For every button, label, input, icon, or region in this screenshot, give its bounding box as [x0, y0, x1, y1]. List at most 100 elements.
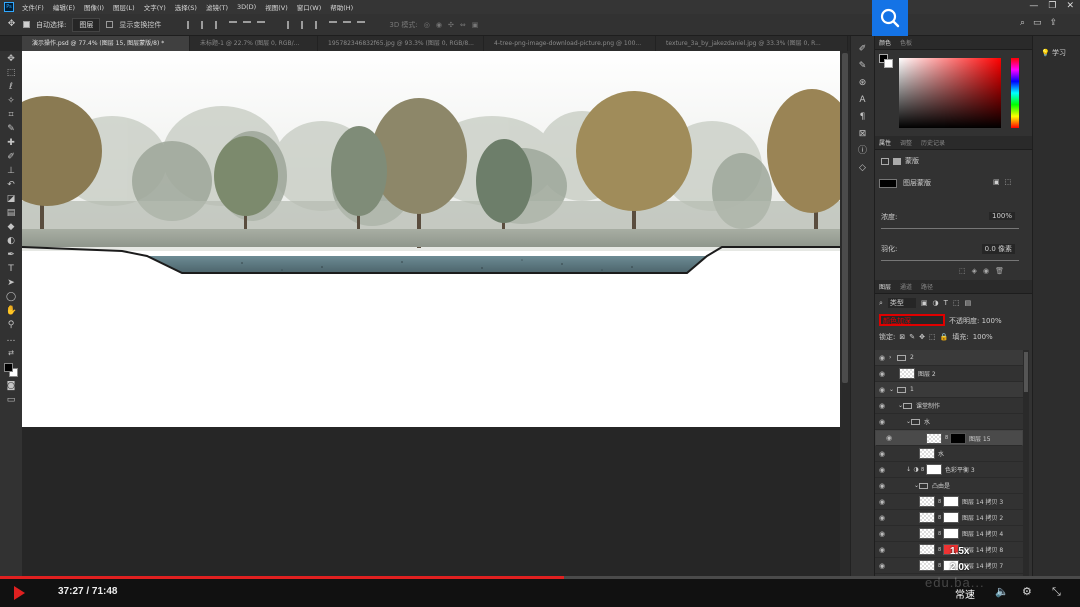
- visibility-eye-icon[interactable]: ◉: [875, 530, 889, 538]
- layer-14-copy-4[interactable]: ◉ 8 图层 14 拷贝 4: [875, 526, 1023, 542]
- brush-presets-icon[interactable]: ✎: [857, 61, 868, 72]
- delete-mask-icon[interactable]: 🗑: [995, 267, 1004, 275]
- history-brush-icon[interactable]: ↶: [6, 180, 17, 191]
- 3d-roll-icon[interactable]: ◉: [436, 21, 442, 29]
- tab-layers[interactable]: 图层: [879, 282, 891, 291]
- filter-search-icon[interactable]: ⌕: [879, 299, 883, 308]
- expand-arrow-icon[interactable]: ⌄: [889, 386, 897, 393]
- swap-colors-icon[interactable]: ⇄: [6, 348, 17, 359]
- menu-file[interactable]: 文件(F): [22, 2, 44, 12]
- auto-select-dropdown[interactable]: 图层: [72, 17, 101, 32]
- filter-pixel-icon[interactable]: ▣: [921, 299, 928, 307]
- workspace-icon[interactable]: ▭: [1033, 18, 1042, 28]
- lock-artboard-icon[interactable]: ⬚: [929, 333, 936, 341]
- learn-item[interactable]: 💡 学习: [1041, 48, 1080, 58]
- layer-image-2[interactable]: ◉ 图层 2: [875, 366, 1023, 382]
- 3d-pan-icon[interactable]: ✣: [448, 21, 454, 29]
- maximize-icon[interactable]: ❐: [1048, 1, 1056, 11]
- menu-3d[interactable]: 3D(D): [237, 3, 256, 11]
- photoshop-logo-icon[interactable]: Ps: [4, 2, 14, 12]
- align-bottom-icon[interactable]: [257, 20, 266, 29]
- distribute-center-icon[interactable]: [343, 20, 352, 29]
- visibility-eye-icon[interactable]: ◉: [875, 386, 889, 394]
- tab-properties[interactable]: 属性: [879, 138, 891, 147]
- layer-group-1[interactable]: ◉ ⌄ 1: [875, 382, 1023, 398]
- density-value[interactable]: 100%: [988, 212, 1015, 220]
- opacity-value[interactable]: 100%: [982, 317, 1002, 325]
- tab-document-1[interactable]: 演示操作.psd @ 77.4% (图层 15, 图层蒙版/8) *: [22, 36, 190, 51]
- load-selection-icon[interactable]: ⬚: [959, 267, 966, 275]
- visibility-eye-icon[interactable]: ◉: [875, 514, 889, 522]
- visibility-icon[interactable]: ◉: [983, 267, 989, 275]
- tab-document-2[interactable]: 未标题-1 @ 22.7% (图层 0, RGB/...: [190, 36, 318, 51]
- menu-type[interactable]: 文字(Y): [144, 2, 166, 12]
- expand-arrow-icon[interactable]: ›: [889, 354, 897, 361]
- vector-mask-add-icon[interactable]: ⬚: [1005, 178, 1012, 186]
- lock-paint-icon[interactable]: ✎: [909, 333, 915, 341]
- distribute-right-icon[interactable]: [357, 20, 366, 29]
- move-tool-icon[interactable]: ✥: [6, 19, 17, 30]
- eyedropper-icon[interactable]: ✎: [6, 124, 17, 135]
- marquee-icon[interactable]: ⬚: [6, 68, 17, 79]
- tab-color[interactable]: 颜色: [879, 38, 891, 47]
- visibility-eye-icon[interactable]: ◉: [875, 354, 889, 362]
- search-small-icon[interactable]: ⌕: [1020, 18, 1025, 28]
- quick-mask-icon[interactable]: ◙: [6, 381, 17, 392]
- layer-folder-water[interactable]: ◉ ⌄ 水: [875, 414, 1023, 430]
- color-swatches[interactable]: [3, 362, 19, 378]
- volume-icon[interactable]: 🔈: [995, 585, 1009, 598]
- menu-help[interactable]: 帮助(H): [330, 2, 353, 12]
- auto-select-checkbox[interactable]: [23, 21, 30, 28]
- menu-layer[interactable]: 图层(L): [113, 2, 135, 12]
- path-selection-icon[interactable]: ➤: [6, 278, 17, 289]
- filter-type-dropdown[interactable]: 类型: [887, 298, 916, 308]
- visibility-eye-icon[interactable]: ◉: [875, 370, 889, 378]
- filter-smart-icon[interactable]: ▤: [965, 299, 972, 307]
- shape-icon[interactable]: ◯: [6, 292, 17, 303]
- tab-document-3[interactable]: 195782346832f65.jpg @ 93.3% (图层 0, RGB/8…: [318, 36, 484, 51]
- fill-value[interactable]: 100%: [973, 333, 993, 341]
- more-tools-icon[interactable]: …: [6, 334, 17, 345]
- layer-14-copy-8[interactable]: ◉ 8 图层 14 拷贝 8: [875, 542, 1023, 558]
- align-top-icon[interactable]: [229, 20, 238, 29]
- expand-arrow-icon[interactable]: ⌄: [889, 482, 919, 489]
- visibility-eye-icon[interactable]: ◉: [875, 418, 889, 426]
- type-icon[interactable]: T: [6, 264, 17, 275]
- vector-mask-icon[interactable]: [893, 157, 901, 165]
- menu-window[interactable]: 窗口(W): [297, 2, 322, 12]
- paragraph-icon[interactable]: ¶: [857, 112, 868, 123]
- tab-swatches[interactable]: 色板: [900, 38, 912, 47]
- 3d-slide-icon[interactable]: ⇔: [460, 21, 466, 29]
- distribute-bottom-icon[interactable]: [315, 20, 323, 29]
- background-color-swatch[interactable]: [884, 59, 893, 68]
- density-slider[interactable]: [881, 228, 1019, 229]
- settings-icon[interactable]: ⚙: [1022, 585, 1032, 598]
- menu-filter[interactable]: 滤镜(T): [206, 2, 228, 12]
- tab-channels[interactable]: 通道: [900, 282, 912, 291]
- clone-source-icon[interactable]: ⊛: [857, 78, 868, 89]
- color-field[interactable]: [899, 58, 1001, 128]
- blend-mode-dropdown[interactable]: 颜色加深: [879, 314, 945, 326]
- dodge-icon[interactable]: ◐: [6, 236, 17, 247]
- vertical-scrollbar[interactable]: [840, 51, 850, 576]
- speed-button[interactable]: 常速: [955, 586, 975, 601]
- filter-adjust-icon[interactable]: ◑: [933, 299, 939, 307]
- eraser-icon[interactable]: ◪: [6, 194, 17, 205]
- clone-stamp-icon[interactable]: ⊥: [6, 166, 17, 177]
- distribute-middle-icon[interactable]: [301, 20, 309, 29]
- tab-paths[interactable]: 路径: [921, 282, 933, 291]
- menu-view[interactable]: 视图(V): [265, 2, 288, 12]
- move-icon[interactable]: ✥: [6, 54, 17, 65]
- expand-arrow-icon[interactable]: ⌄: [889, 402, 903, 409]
- align-middle-icon[interactable]: [243, 20, 252, 29]
- visibility-eye-icon[interactable]: ◉: [875, 562, 889, 570]
- visibility-eye-icon[interactable]: ◉: [875, 498, 889, 506]
- visibility-eye-icon[interactable]: ◉: [875, 482, 889, 490]
- show-transform-checkbox[interactable]: [106, 21, 114, 28]
- layer-15[interactable]: ◉ 8 图层 15: [875, 430, 1023, 446]
- paths-icon[interactable]: ◇: [857, 163, 868, 174]
- tab-history[interactable]: 历史记录: [921, 138, 945, 147]
- character-icon[interactable]: A: [857, 95, 868, 106]
- visibility-eye-icon[interactable]: ◉: [875, 402, 889, 410]
- minimize-icon[interactable]: —: [1029, 1, 1038, 11]
